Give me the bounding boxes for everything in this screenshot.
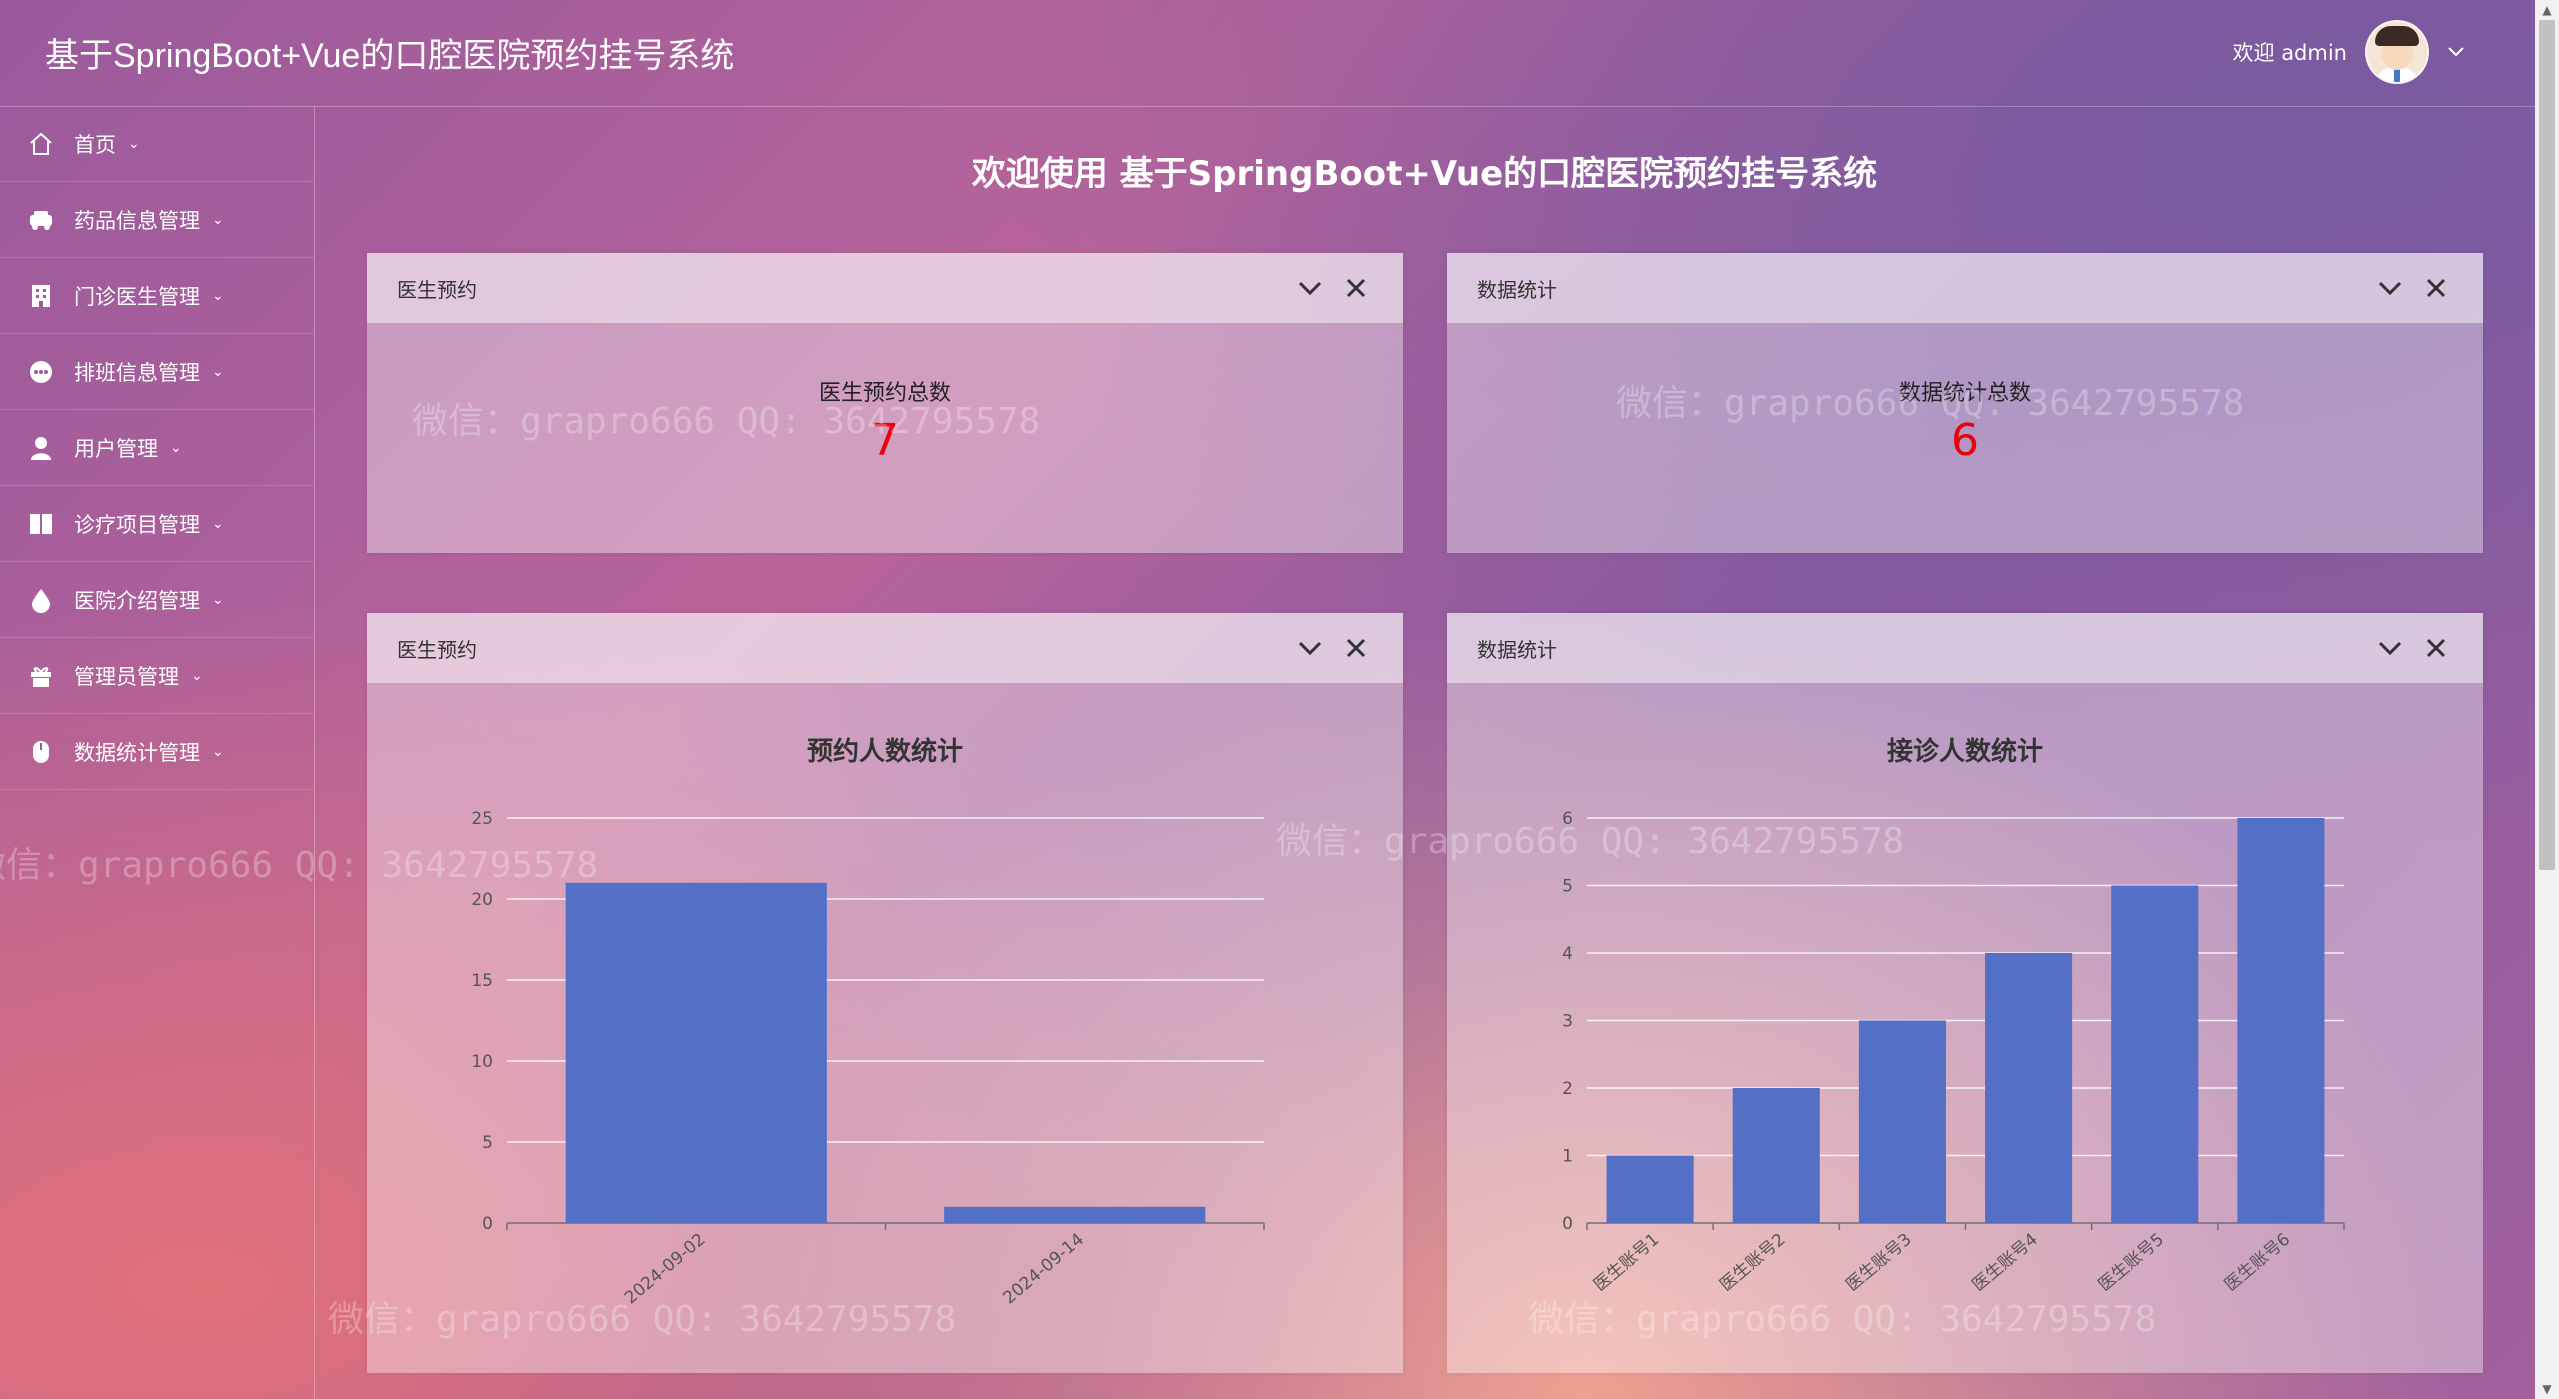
bar xyxy=(565,882,827,1223)
scroll-thumb[interactable] xyxy=(2539,20,2555,870)
sidebar-item-label: 用户管理 xyxy=(74,436,158,461)
panel-header: 数据统计 xyxy=(1447,253,2483,323)
collapse-chevron-icon[interactable] xyxy=(1295,273,1325,303)
chevron-down-icon: ⌄ xyxy=(212,591,224,608)
x-tick-label: 医生账号2 xyxy=(1716,1230,1789,1296)
bar xyxy=(2111,885,2199,1223)
bar xyxy=(1732,1088,1820,1223)
sidebar-item-label: 首页 xyxy=(74,132,116,157)
chevron-down-icon: ⌄ xyxy=(212,287,224,304)
chevron-down-icon[interactable] xyxy=(2447,42,2465,63)
chevron-down-icon: ⌄ xyxy=(212,211,224,228)
sidebar: 首页 ⌄ 药品信息管理 ⌄ 门诊医生管理 ⌄ 排班信息管理 ⌄ 用户管理 ⌄ 诊… xyxy=(0,106,315,1399)
sidebar-item-drug-info[interactable]: 药品信息管理 ⌄ xyxy=(0,182,314,258)
chart-panel-statistics: 数据统计 接诊人数统计 0 1 2 3 4 5 6 医生账号1 医生账号2 医生账号3 医生账号4 医… xyxy=(1447,613,2483,1373)
chart-panel-appointments: 医生预约 预约人数统计 0 5 10 15 20 25 2024-09-02 2024-09-… xyxy=(367,613,1403,1373)
top-header: 基于SpringBoot+Vue的口腔医院预约挂号系统 欢迎 admin xyxy=(0,0,2535,107)
welcome-text: 欢迎 admin xyxy=(2232,41,2347,65)
close-icon[interactable] xyxy=(1341,273,1371,303)
user-icon xyxy=(28,435,54,461)
y-tick-label: 3 xyxy=(1562,1012,1573,1032)
sidebar-item-schedule[interactable]: 排班信息管理 ⌄ xyxy=(0,334,314,410)
sidebar-item-statistics[interactable]: 数据统计管理 ⌄ xyxy=(0,714,314,790)
chevron-down-icon: ⌄ xyxy=(191,667,203,684)
y-tick-label: 1 xyxy=(1562,1147,1573,1167)
panel-header: 医生预约 xyxy=(367,253,1403,323)
stat-label: 数据统计总数 xyxy=(1898,381,2031,406)
stat-value: 6 xyxy=(1951,415,1979,466)
consultation-bar-chart: 0 1 2 3 4 5 6 医生账号1 医生账号2 医生账号3 医生账号4 医生账号5 医生账号6 xyxy=(1562,809,2345,1296)
x-tick-label: 2024-09-02 xyxy=(621,1230,710,1309)
book-icon xyxy=(28,511,54,537)
x-tick-label: 医生账号1 xyxy=(1590,1230,1663,1296)
collapse-chevron-icon[interactable] xyxy=(2375,273,2405,303)
sidebar-item-label: 医院介绍管理 xyxy=(74,588,200,613)
bar xyxy=(1985,953,2073,1223)
chevron-down-icon: ⌄ xyxy=(170,439,182,456)
drop-icon xyxy=(28,587,54,613)
y-tick-label: 20 xyxy=(471,890,493,910)
stat-value: 7 xyxy=(871,415,899,466)
sidebar-item-users[interactable]: 用户管理 ⌄ xyxy=(0,410,314,486)
scroll-up-arrow-icon[interactable]: ▲ xyxy=(2535,0,2559,20)
sidebar-item-label: 排班信息管理 xyxy=(74,360,200,385)
x-tick-label: 2024-09-14 xyxy=(999,1230,1088,1309)
chat-dots-icon xyxy=(28,359,54,385)
app-title: 基于SpringBoot+Vue的口腔医院预约挂号系统 xyxy=(45,37,735,75)
panel-header-title: 医生预约 xyxy=(397,277,477,302)
chevron-down-icon: ⌄ xyxy=(212,743,224,760)
y-tick-label: 5 xyxy=(482,1133,493,1153)
mouse-icon xyxy=(28,739,54,765)
sidebar-item-home[interactable]: 首页 ⌄ xyxy=(0,106,314,182)
car-icon xyxy=(28,207,54,233)
x-tick-label: 医生账号6 xyxy=(2221,1230,2294,1296)
y-tick-label: 25 xyxy=(471,809,493,829)
scroll-down-arrow-icon[interactable]: ▼ xyxy=(2535,1379,2559,1399)
bar xyxy=(944,1206,1206,1223)
y-tick-label: 5 xyxy=(1562,877,1573,897)
y-tick-label: 6 xyxy=(1562,809,1573,829)
sidebar-item-label: 药品信息管理 xyxy=(74,208,200,233)
y-tick-label: 4 xyxy=(1562,944,1573,964)
y-tick-label: 0 xyxy=(1562,1214,1573,1234)
sidebar-item-label: 数据统计管理 xyxy=(74,740,200,765)
y-tick-label: 0 xyxy=(482,1214,493,1234)
home-icon xyxy=(28,131,54,157)
sidebar-item-admin[interactable]: 管理员管理 ⌄ xyxy=(0,638,314,714)
avatar[interactable] xyxy=(2365,20,2429,84)
sidebar-item-label: 门诊医生管理 xyxy=(74,284,200,309)
stat-panel-statistics: 数据统计 数据统计总数 6 xyxy=(1447,253,2483,553)
y-tick-label: 10 xyxy=(471,1052,493,1072)
sidebar-item-label: 管理员管理 xyxy=(74,664,179,689)
x-tick-label: 医生账号4 xyxy=(1969,1230,2042,1296)
panel-header-title: 数据统计 xyxy=(1477,277,1557,302)
sidebar-item-hospital-intro[interactable]: 医院介绍管理 ⌄ xyxy=(0,562,314,638)
chevron-down-icon: ⌄ xyxy=(128,135,140,152)
y-tick-label: 15 xyxy=(471,971,493,991)
stat-panel-appointments: 医生预约 医生预约总数 7 xyxy=(367,253,1403,553)
building-icon xyxy=(28,283,54,309)
chevron-down-icon: ⌄ xyxy=(212,363,224,380)
bar xyxy=(1858,1020,1946,1223)
bar xyxy=(2237,818,2325,1223)
sidebar-item-clinic-doctor[interactable]: 门诊医生管理 ⌄ xyxy=(0,258,314,334)
appointment-bar-chart: 0 5 10 15 20 25 2024-09-02 2024-09-14 xyxy=(471,809,1265,1309)
chevron-down-icon: ⌄ xyxy=(212,515,224,532)
sidebar-item-treatment[interactable]: 诊疗项目管理 ⌄ xyxy=(0,486,314,562)
stat-label: 医生预约总数 xyxy=(818,381,951,406)
close-icon[interactable] xyxy=(2421,273,2451,303)
page-title: 欢迎使用 基于SpringBoot+Vue的口腔医院预约挂号系统 xyxy=(971,154,1878,194)
sidebar-item-label: 诊疗项目管理 xyxy=(74,512,200,537)
page-scrollbar[interactable]: ▲ ▼ xyxy=(2535,0,2559,1399)
x-tick-label: 医生账号5 xyxy=(2095,1230,2168,1296)
gift-icon xyxy=(28,663,54,689)
user-menu[interactable]: 欢迎 admin xyxy=(2233,20,2465,84)
x-tick-label: 医生账号3 xyxy=(1842,1230,1915,1296)
bar xyxy=(1606,1155,1694,1223)
y-tick-label: 2 xyxy=(1562,1079,1573,1099)
